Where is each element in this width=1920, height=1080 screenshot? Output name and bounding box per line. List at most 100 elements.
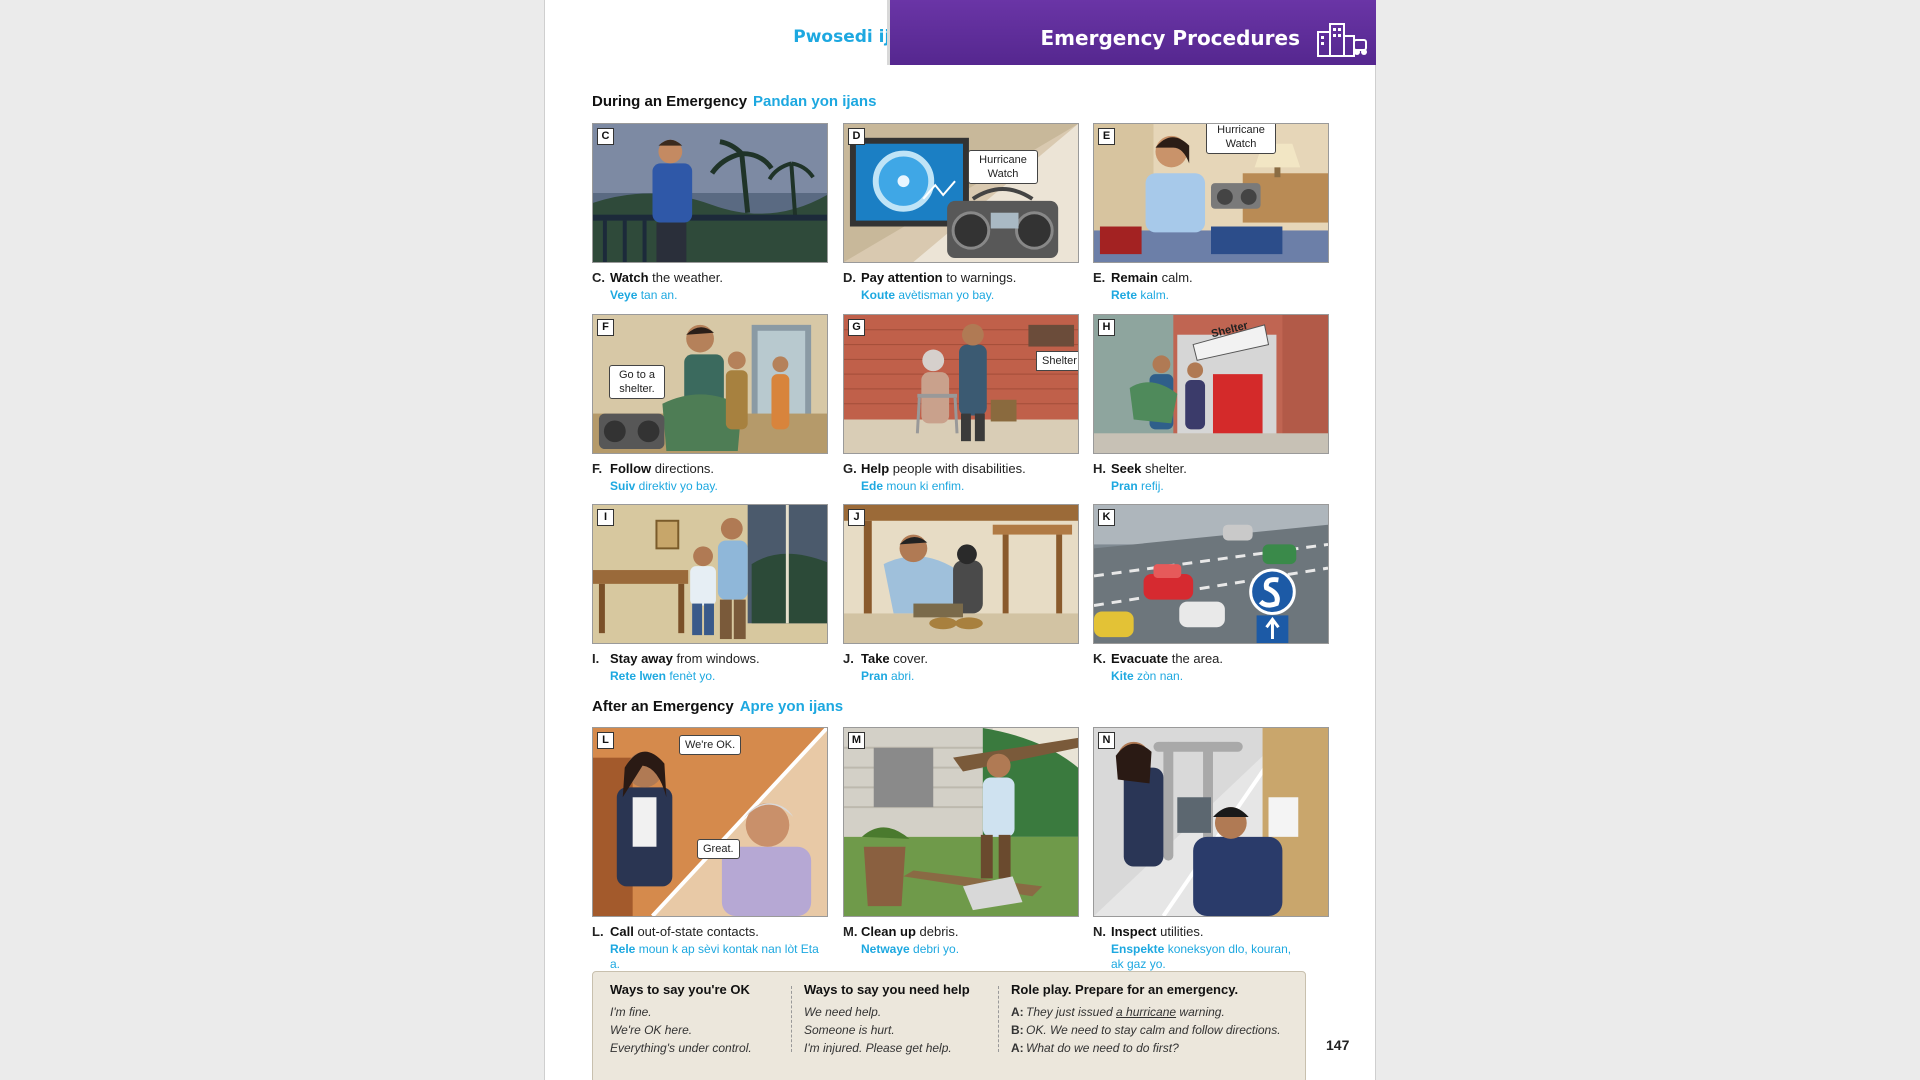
speech-bubble: Go to a shelter.	[609, 365, 665, 399]
caption-ht: Netwaye debri yo.	[843, 942, 1079, 957]
item-g: G Shelter G. Help people with disabilitie…	[843, 314, 1079, 494]
dialogue-line: B: OK. We need to stay calm and follow di…	[1011, 1021, 1301, 1039]
illustration-evacuate: K	[1093, 504, 1329, 644]
caption-verb: Stay away	[610, 651, 673, 666]
city-buildings-icon	[1317, 23, 1367, 57]
caption-verb: Help	[861, 461, 890, 476]
ways-need-help: Ways to say you need help We need help. …	[804, 982, 994, 1057]
caption-ht: Pran refij.	[1093, 479, 1329, 494]
caption-letter: C.	[592, 270, 605, 285]
speech-bubble: Great.	[697, 839, 740, 859]
caption-letter: J.	[843, 651, 854, 666]
item-letter-badge: G	[848, 319, 865, 336]
caption-ht: Rete kalm.	[1093, 288, 1329, 303]
caption-rest: people with disabilities.	[889, 461, 1026, 476]
ways-need-help-title: Ways to say you need help	[804, 982, 970, 997]
item-letter-badge: H	[1098, 319, 1115, 336]
item-letter-badge: E	[1098, 128, 1115, 145]
caption-en: K. Evacuate the area.	[1093, 651, 1329, 667]
caption-verb-ht: Rele	[610, 942, 636, 956]
caption-ht: Rele moun k ap sèvi kontak nan lòt Eta a…	[592, 942, 828, 972]
caption-ht: Kite zòn nan.	[1093, 669, 1329, 684]
heading-en: During an Emergency	[592, 93, 748, 110]
caption-verb-ht: Pran	[861, 669, 888, 683]
illustration-call-contacts: L We're OK. Great.	[592, 727, 828, 917]
dialogue-line: A: What do we need to do first?	[1011, 1039, 1301, 1057]
ways-say-ok: Ways to say you're OK I'm fine. We're OK…	[610, 982, 780, 1057]
item-l: L We're OK. Great. L. Call out-of-state c…	[592, 727, 828, 972]
dialogue-text: warning.	[1176, 1005, 1225, 1019]
caption-rest: shelter.	[1141, 461, 1187, 476]
caption-en: C. Watch the weather.	[592, 270, 828, 286]
illustration-clean-up: M	[843, 727, 1079, 917]
item-h: H Shelter H. Seek shelter. Pran refij.	[1093, 314, 1329, 494]
dialogue-text: OK. We need to stay calm and follow dire…	[1026, 1023, 1281, 1037]
item-e: E Hurricane Watch E. Remain calm. Rete ka…	[1093, 123, 1329, 303]
caption-letter: L.	[592, 924, 604, 939]
caption-rest-ht: refij.	[1137, 479, 1164, 493]
dialogue-line: A: They just issued a hurricane warning.	[1011, 1003, 1301, 1021]
item-n: N N. Inspect utilities. Enspekte koneksyo…	[1093, 727, 1329, 972]
caption-rest-ht: fenèt yo.	[666, 669, 716, 683]
role-play-title: Role play. Prepare for an emergency.	[1011, 982, 1239, 997]
column-divider	[998, 986, 999, 1052]
caption-verb-ht: Rete	[1111, 288, 1138, 302]
dialogue-text: What do we need to do first?	[1026, 1041, 1179, 1055]
caption-rest: calm.	[1157, 270, 1193, 285]
caption-rest: utilities.	[1156, 924, 1204, 939]
item-letter-badge: F	[597, 319, 614, 336]
item-f: F Go to a shelter. F. Follow directions. …	[592, 314, 828, 494]
caption-rest: the weather.	[648, 270, 723, 285]
illustration-remain-calm: E Hurricane Watch	[1093, 123, 1329, 263]
caption-verb-ht: Rete lwen	[610, 669, 667, 683]
caption-ht: Pran abri.	[843, 669, 1079, 684]
illustration-pay-attention: D Hurricane Watch	[843, 123, 1079, 263]
caption-rest: from windows.	[672, 651, 760, 666]
column-divider	[791, 986, 792, 1052]
illustration-stay-away-windows: I	[592, 504, 828, 644]
caption-en: H. Seek shelter.	[1093, 461, 1329, 477]
heading-ht: Pandan yon ijans	[753, 93, 877, 110]
dialogue-text: They just issued	[1026, 1005, 1117, 1019]
caption-verb: Call	[610, 924, 634, 939]
after-emergency-heading: After an Emergency Apre yon ijans	[592, 698, 843, 715]
item-letter-badge: K	[1098, 509, 1115, 526]
caption-en: L. Call out-of-state contacts.	[592, 924, 828, 940]
item-c: C C. Watch the weather. Veye tan an.	[592, 123, 828, 303]
item-j: J J. Take cover. Pran abri.	[843, 504, 1079, 684]
speaker-label: B:	[1011, 1023, 1024, 1037]
caption-letter: H.	[1093, 461, 1106, 476]
phrase-line: I'm injured. Please get help.	[804, 1041, 952, 1055]
item-letter-badge: N	[1098, 732, 1115, 749]
caption-verb-ht: Ede	[861, 479, 884, 493]
ways-say-ok-title: Ways to say you're OK	[610, 982, 750, 997]
during-emergency-heading: During an Emergency Pandan yon ijans	[592, 93, 876, 110]
caption-letter: M.	[843, 924, 858, 939]
item-letter-badge: C	[597, 128, 614, 145]
item-letter-badge: J	[848, 509, 865, 526]
caption-verb: Seek	[1111, 461, 1142, 476]
phrase-line: Someone is hurt.	[804, 1023, 895, 1037]
heading-ht: Apre yon ijans	[739, 698, 844, 715]
illustration-seek-shelter: H Shelter	[1093, 314, 1329, 454]
caption-ht: Koute avètisman yo bay.	[843, 288, 1079, 303]
caption-verb-ht: Netwaye	[861, 942, 910, 956]
item-m: M M. Clean up debris. Netwaye debri yo.	[843, 727, 1079, 957]
caption-en: F. Follow directions.	[592, 461, 828, 477]
item-letter-badge: I	[597, 509, 614, 526]
speech-bubble: Hurricane Watch	[1206, 124, 1276, 154]
caption-ht: Enspekte koneksyon dlo, kouran, ak gaz y…	[1093, 942, 1301, 972]
caption-rest-ht: zòn nan.	[1133, 669, 1184, 683]
caption-letter: I.	[592, 651, 600, 666]
caption-verb: Pay attention	[861, 270, 943, 285]
caption-rest-ht: direktiv yo bay.	[635, 479, 718, 493]
illustration-follow-directions: F Go to a shelter.	[592, 314, 828, 454]
item-letter-badge: L	[597, 732, 614, 749]
caption-rest: cover.	[889, 651, 928, 666]
phrase-line: We're OK here.	[610, 1023, 693, 1037]
caption-verb-ht: Koute	[861, 288, 895, 302]
caption-rest: to warnings.	[942, 270, 1017, 285]
caption-rest: the area.	[1168, 651, 1224, 666]
caption-verb: Watch	[610, 270, 649, 285]
illustration-inspect-utilities: N	[1093, 727, 1329, 917]
